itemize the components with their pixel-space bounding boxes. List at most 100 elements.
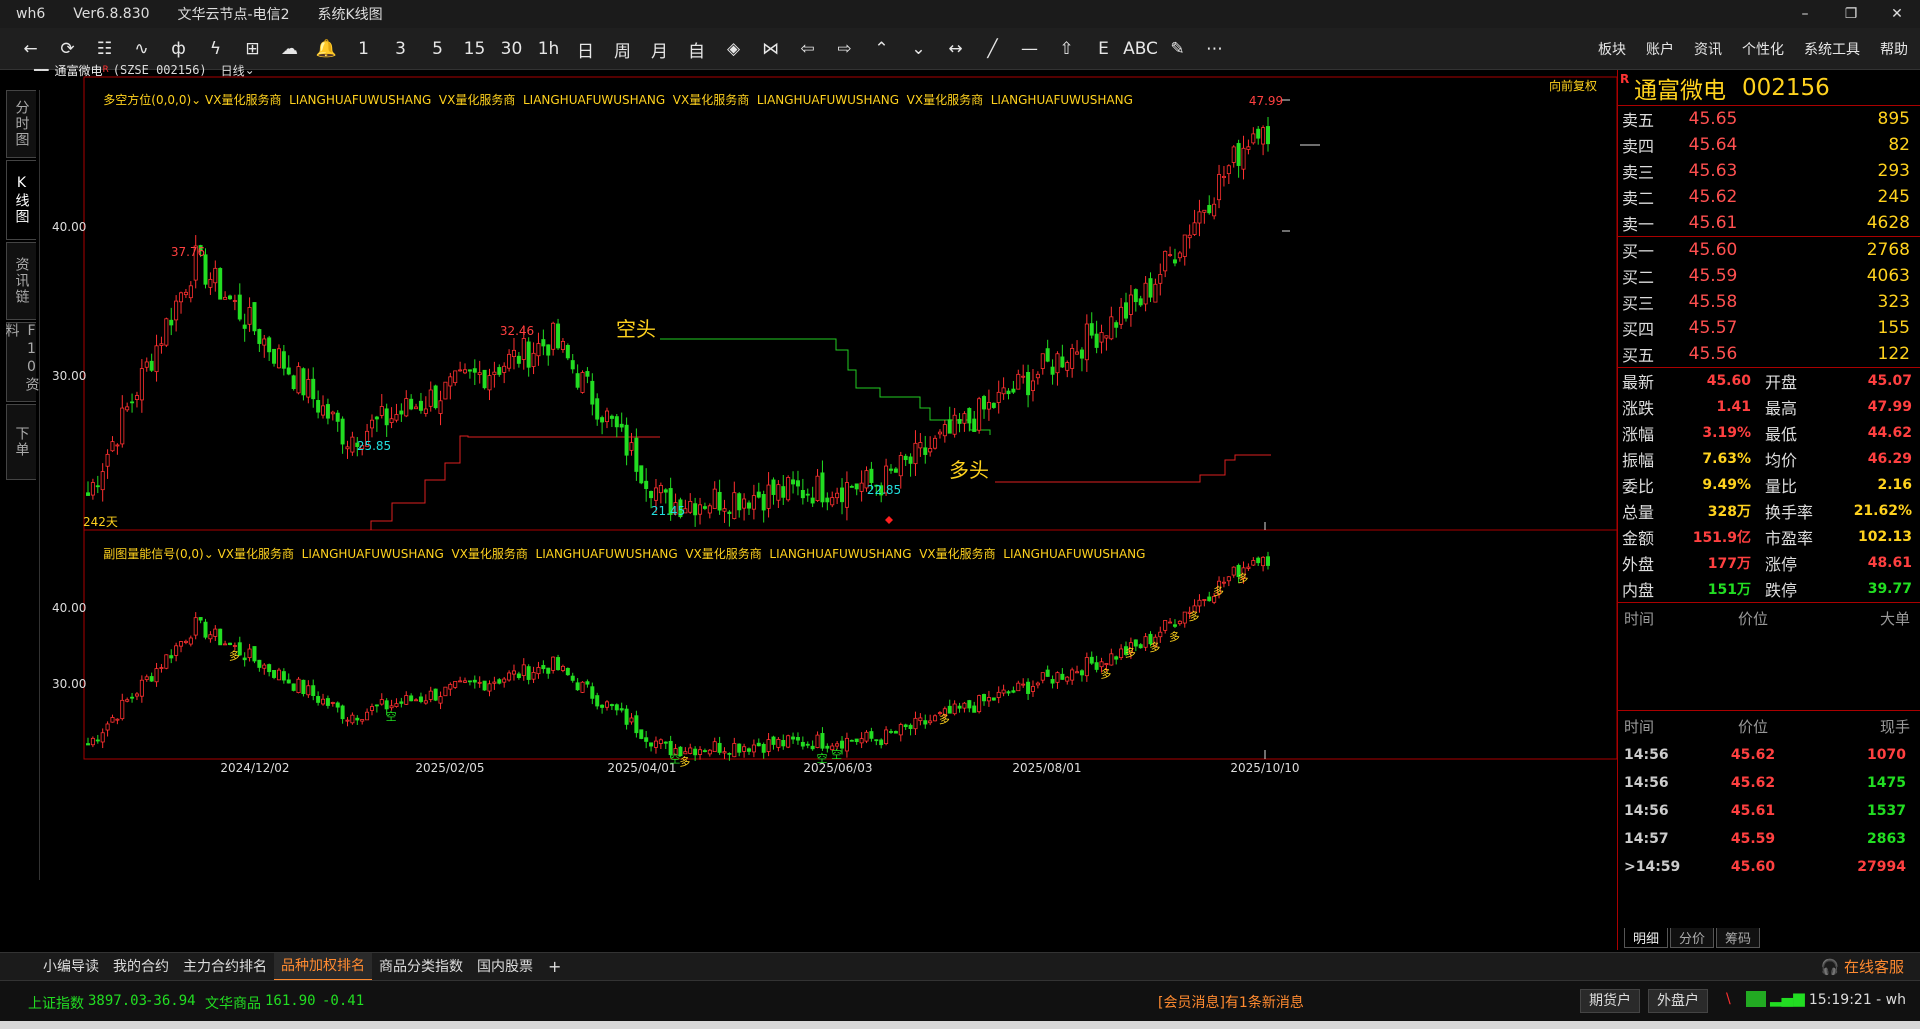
toolbar-tool-icon[interactable]: ╱ (974, 34, 1011, 64)
tab-kline[interactable]: K线图 (6, 160, 36, 240)
toolbar-tool-icon[interactable]: 日 (567, 34, 604, 64)
toolbar-tool-icon[interactable]: ⊞ (234, 34, 271, 64)
index1-name[interactable]: 上证指数 (28, 993, 84, 1013)
sub-indicator-name[interactable]: 副图量能信号(0,0) (103, 547, 203, 561)
bid-row[interactable]: 买五 45.56 122 (1618, 341, 1920, 367)
tab-my-contracts[interactable]: 我的合约 (106, 954, 176, 980)
toolbar-tool-icon[interactable]: ϟ (197, 34, 234, 64)
tick-row[interactable]: 14:56 45.61 1537 (1618, 797, 1920, 825)
toolbar-tool-icon[interactable]: ⌄ (900, 34, 937, 64)
menu-item[interactable]: 板块 (1598, 39, 1626, 59)
candle-body (100, 732, 105, 743)
bid-row[interactable]: 买三 45.58 323 (1618, 289, 1920, 315)
ask-row[interactable]: 卖五 45.65 895 (1618, 106, 1920, 132)
tab-order[interactable]: 下单 (6, 404, 36, 480)
toolbar-tool-icon[interactable]: ↔ (937, 34, 974, 64)
toolbar-tool-icon[interactable]: ⇧ (1048, 34, 1085, 64)
candle-body (996, 391, 1001, 403)
toolbar-tool-icon[interactable]: 30 (493, 34, 530, 64)
server-node[interactable]: 文华云节点-电信2 (178, 4, 290, 24)
toolbar-tool-icon[interactable]: ← (12, 34, 49, 64)
bid-row[interactable]: 买二 45.59 4063 (1618, 263, 1920, 289)
maximize-button[interactable]: ❐ (1828, 0, 1874, 28)
toolbar-tool-icon[interactable]: ⋈ (752, 34, 789, 64)
toolbar-tool-icon[interactable]: ABC (1122, 34, 1159, 64)
menu-item[interactable]: 资讯 (1694, 39, 1722, 59)
candle-body (972, 705, 977, 713)
tab-chips[interactable]: 筹码 (1716, 928, 1761, 948)
toolbar-tool-icon[interactable]: ⌃ (863, 34, 900, 64)
add-tab-icon[interactable]: + (548, 957, 561, 976)
menu-item[interactable]: 系统工具 (1804, 39, 1860, 59)
toolbar-tool-icon[interactable]: ◈ (715, 34, 752, 64)
tab-intraday[interactable]: 分时图 (6, 90, 36, 158)
candle-body (159, 343, 164, 346)
toolbar-tool-icon[interactable]: ∿ (123, 34, 160, 64)
toolbar-tool-icon[interactable]: 1h (530, 34, 567, 64)
toolbar-tool-icon[interactable]: 5 (419, 34, 456, 64)
overseas-account-button[interactable]: 外盘户 (1648, 989, 1708, 1013)
tab-f10[interactable]: F10资料 (4, 322, 40, 402)
tab-main-contract-rank[interactable]: 主力合约排名 (176, 954, 274, 980)
tab-price-dist[interactable]: 分价 (1670, 928, 1715, 948)
candle-body (115, 444, 120, 447)
tab-domestic-stocks[interactable]: 国内股票 (470, 954, 540, 980)
main-ad-text: VX量化服务商 LIANGHUAFUWUSHANG VX量化服务商 LIANGH… (205, 93, 1133, 107)
ask-row[interactable]: 卖三 45.63 293 (1618, 158, 1920, 184)
bid-row[interactable]: 买一 45.60 2768 (1618, 237, 1920, 263)
ask-row[interactable]: 卖一 45.61 4628 (1618, 210, 1920, 236)
bid-row[interactable]: 买四 45.57 155 (1618, 315, 1920, 341)
toolbar-tool-icon[interactable]: 15 (456, 34, 493, 64)
chevron-down-icon[interactable]: ⌄ (245, 63, 255, 77)
ask-row[interactable]: 卖四 45.64 82 (1618, 132, 1920, 158)
chevron-down-icon[interactable]: ⌄ (204, 547, 218, 561)
toolbar-tool-icon[interactable]: ф (160, 34, 197, 64)
toolbar-tool-icon[interactable]: ⇨ (826, 34, 863, 64)
tab-weighted-rank[interactable]: 品种加权排名 (274, 952, 372, 981)
order-level-label: 卖四 (1622, 137, 1655, 156)
headset-icon: 🎧 (1820, 958, 1840, 976)
tab-commodity-index[interactable]: 商品分类指数 (372, 954, 470, 980)
toolbar-tool-icon[interactable]: 周 (604, 34, 641, 64)
chevron-down-icon[interactable]: ⌄ (191, 93, 205, 107)
toolbar-tool-icon[interactable]: ✎ (1159, 34, 1196, 64)
toolbar-tool-icon[interactable]: ☁ (271, 34, 308, 64)
chart-canvas[interactable]: 40.00 30.00 40.00 30.00 2024/12/02 2025/… (40, 70, 1617, 950)
main-indicator-name[interactable]: 多空方位(0,0,0) (103, 93, 191, 107)
index2-name[interactable]: 文华商品 (205, 993, 261, 1013)
kline-chart[interactable]: 40.00 30.00 40.00 30.00 2024/12/02 2025/… (34, 63, 1617, 950)
menu-item[interactable]: 帮助 (1880, 39, 1908, 59)
tick-row[interactable]: >14:59 45.60 27994 (1618, 853, 1920, 881)
toolbar-tool-icon[interactable]: 自 (678, 34, 715, 64)
toolbar-tool-icon[interactable]: 1 (345, 34, 382, 64)
ask-row[interactable]: 卖二 45.62 245 (1618, 184, 1920, 210)
tick-row[interactable]: 14:57 45.59 2863 (1618, 825, 1920, 853)
toolbar-tool-icon[interactable]: ☷ (86, 34, 123, 64)
toolbar-tool-icon[interactable]: 月 (641, 34, 678, 64)
tick-row[interactable]: 14:56 45.62 1070 (1618, 741, 1920, 769)
candle-body (644, 737, 649, 742)
toolbar-tool-icon[interactable]: 🔔 (308, 34, 345, 64)
toolbar-tool-icon[interactable]: Ε (1085, 34, 1122, 64)
adjust-mode[interactable]: 向前复权 (1549, 77, 1597, 94)
online-service-link[interactable]: 🎧 在线客服 (1821, 953, 1904, 981)
close-button[interactable]: ✕ (1874, 0, 1920, 28)
menu-lines-icon[interactable]: ━━ (34, 63, 48, 77)
member-message[interactable]: [会员消息]有1条新消息 (1158, 992, 1304, 1012)
menu-item[interactable]: 账户 (1646, 39, 1674, 59)
toolbar-tool-icon[interactable]: ⋯ (1196, 34, 1233, 64)
toolbar-tool-icon[interactable]: ⇦ (789, 34, 826, 64)
toolbar-tool-icon[interactable]: — (1011, 34, 1048, 64)
candle-body (174, 300, 179, 321)
tick-row[interactable]: 14:56 45.62 1475 (1618, 769, 1920, 797)
tab-editor-guide[interactable]: 小编导读 (36, 954, 106, 980)
menu-item[interactable]: 个性化 (1742, 39, 1784, 59)
futures-account-button[interactable]: 期货户 (1580, 989, 1640, 1013)
toolbar-tool-icon[interactable]: 3 (382, 34, 419, 64)
tab-news[interactable]: 资讯链 (6, 242, 36, 320)
minimize-button[interactable]: – (1782, 0, 1828, 28)
toolbar-tool-icon[interactable]: ⟳ (49, 34, 86, 64)
candle-body (1124, 302, 1129, 319)
period-select[interactable]: 日线 (221, 62, 245, 79)
tab-detail[interactable]: 明细 (1624, 928, 1669, 948)
